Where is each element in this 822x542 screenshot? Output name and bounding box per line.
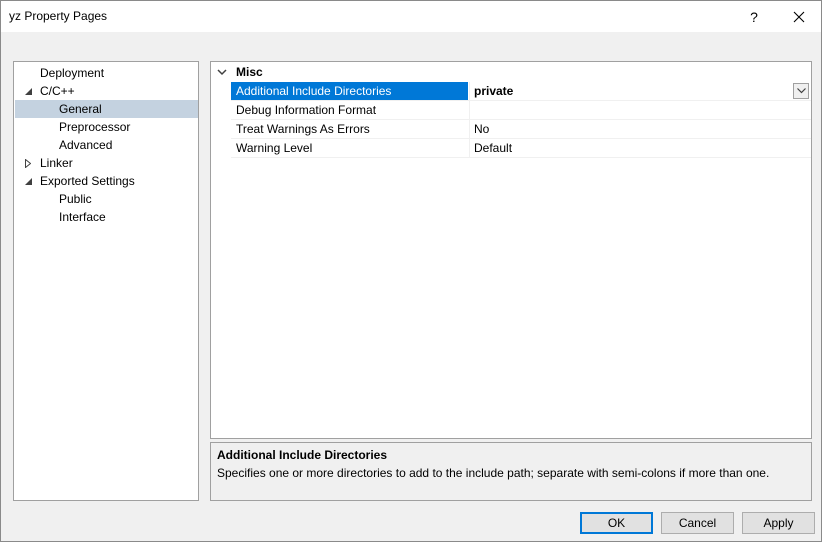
- tree-item-general[interactable]: General: [15, 100, 198, 118]
- apply-button-label: Apply: [763, 516, 794, 530]
- description-panel: Additional Include Directories Specifies…: [210, 442, 812, 501]
- property-pages-dialog: yz Property Pages ? Deployment C/C++ Gen…: [0, 0, 822, 542]
- title-bar: yz Property Pages ?: [1, 1, 821, 32]
- cancel-button[interactable]: Cancel: [661, 512, 734, 534]
- chevron-down-icon: [796, 88, 806, 94]
- tree-item-label: Preprocessor: [59, 120, 131, 134]
- property-row-additional-include-directories[interactable]: Additional Include Directories private: [231, 82, 811, 101]
- tree-item-cpp[interactable]: C/C++: [15, 82, 198, 100]
- category-tree[interactable]: Deployment C/C++ General Preprocessor Ad…: [13, 61, 199, 501]
- category-misc[interactable]: Misc: [211, 62, 811, 82]
- tree-item-label: Deployment: [40, 66, 105, 80]
- help-button[interactable]: ?: [738, 1, 770, 32]
- description-text: Specifies one or more directories to add…: [217, 466, 770, 480]
- category-label: Misc: [236, 65, 263, 79]
- property-row-warning-level[interactable]: Warning Level Default: [231, 139, 811, 158]
- property-name: Warning Level: [236, 141, 313, 155]
- tree-item-label: C/C++: [40, 84, 75, 98]
- tree-item-preprocessor[interactable]: Preprocessor: [15, 118, 198, 136]
- tree-item-exported-settings[interactable]: Exported Settings: [15, 172, 198, 190]
- tree-collapsed-icon[interactable]: [23, 154, 33, 172]
- tree-item-linker[interactable]: Linker: [15, 154, 198, 172]
- property-value[interactable]: [469, 101, 809, 119]
- window-title: yz Property Pages: [9, 9, 108, 23]
- property-value-input[interactable]: private: [469, 82, 809, 100]
- property-row-debug-information-format[interactable]: Debug Information Format: [231, 101, 811, 120]
- tree-item-public[interactable]: Public: [15, 190, 198, 208]
- tree-item-advanced[interactable]: Advanced: [15, 136, 198, 154]
- tree-item-label: Public: [59, 192, 92, 206]
- property-name: Treat Warnings As Errors: [236, 122, 370, 136]
- property-dropdown-button[interactable]: [793, 83, 809, 99]
- tree-item-label: General: [59, 102, 102, 116]
- property-value[interactable]: No: [469, 120, 809, 138]
- ok-button[interactable]: OK: [580, 512, 653, 534]
- tree-item-label: Exported Settings: [40, 174, 135, 188]
- tree-expanded-icon[interactable]: [23, 82, 33, 100]
- tree-item-deployment[interactable]: Deployment: [15, 64, 198, 82]
- tree-item-label: Linker: [40, 156, 73, 170]
- tree-item-label: Advanced: [59, 138, 113, 152]
- apply-button[interactable]: Apply: [742, 512, 815, 534]
- property-row-treat-warnings-as-errors[interactable]: Treat Warnings As Errors No: [231, 120, 811, 139]
- property-name: Debug Information Format: [236, 103, 377, 117]
- chevron-down-icon[interactable]: [216, 66, 228, 78]
- help-icon: ?: [750, 8, 758, 25]
- description-title: Additional Include Directories: [217, 448, 388, 462]
- close-icon: [793, 11, 805, 22]
- property-name: Additional Include Directories: [231, 82, 468, 100]
- tree-item-interface[interactable]: Interface: [15, 208, 198, 226]
- tree-item-label: Interface: [59, 210, 106, 224]
- property-grid[interactable]: Misc Additional Include Directories priv…: [210, 61, 812, 439]
- tree-expanded-icon[interactable]: [23, 172, 33, 190]
- close-button[interactable]: [777, 1, 821, 32]
- property-value[interactable]: Default: [469, 139, 809, 157]
